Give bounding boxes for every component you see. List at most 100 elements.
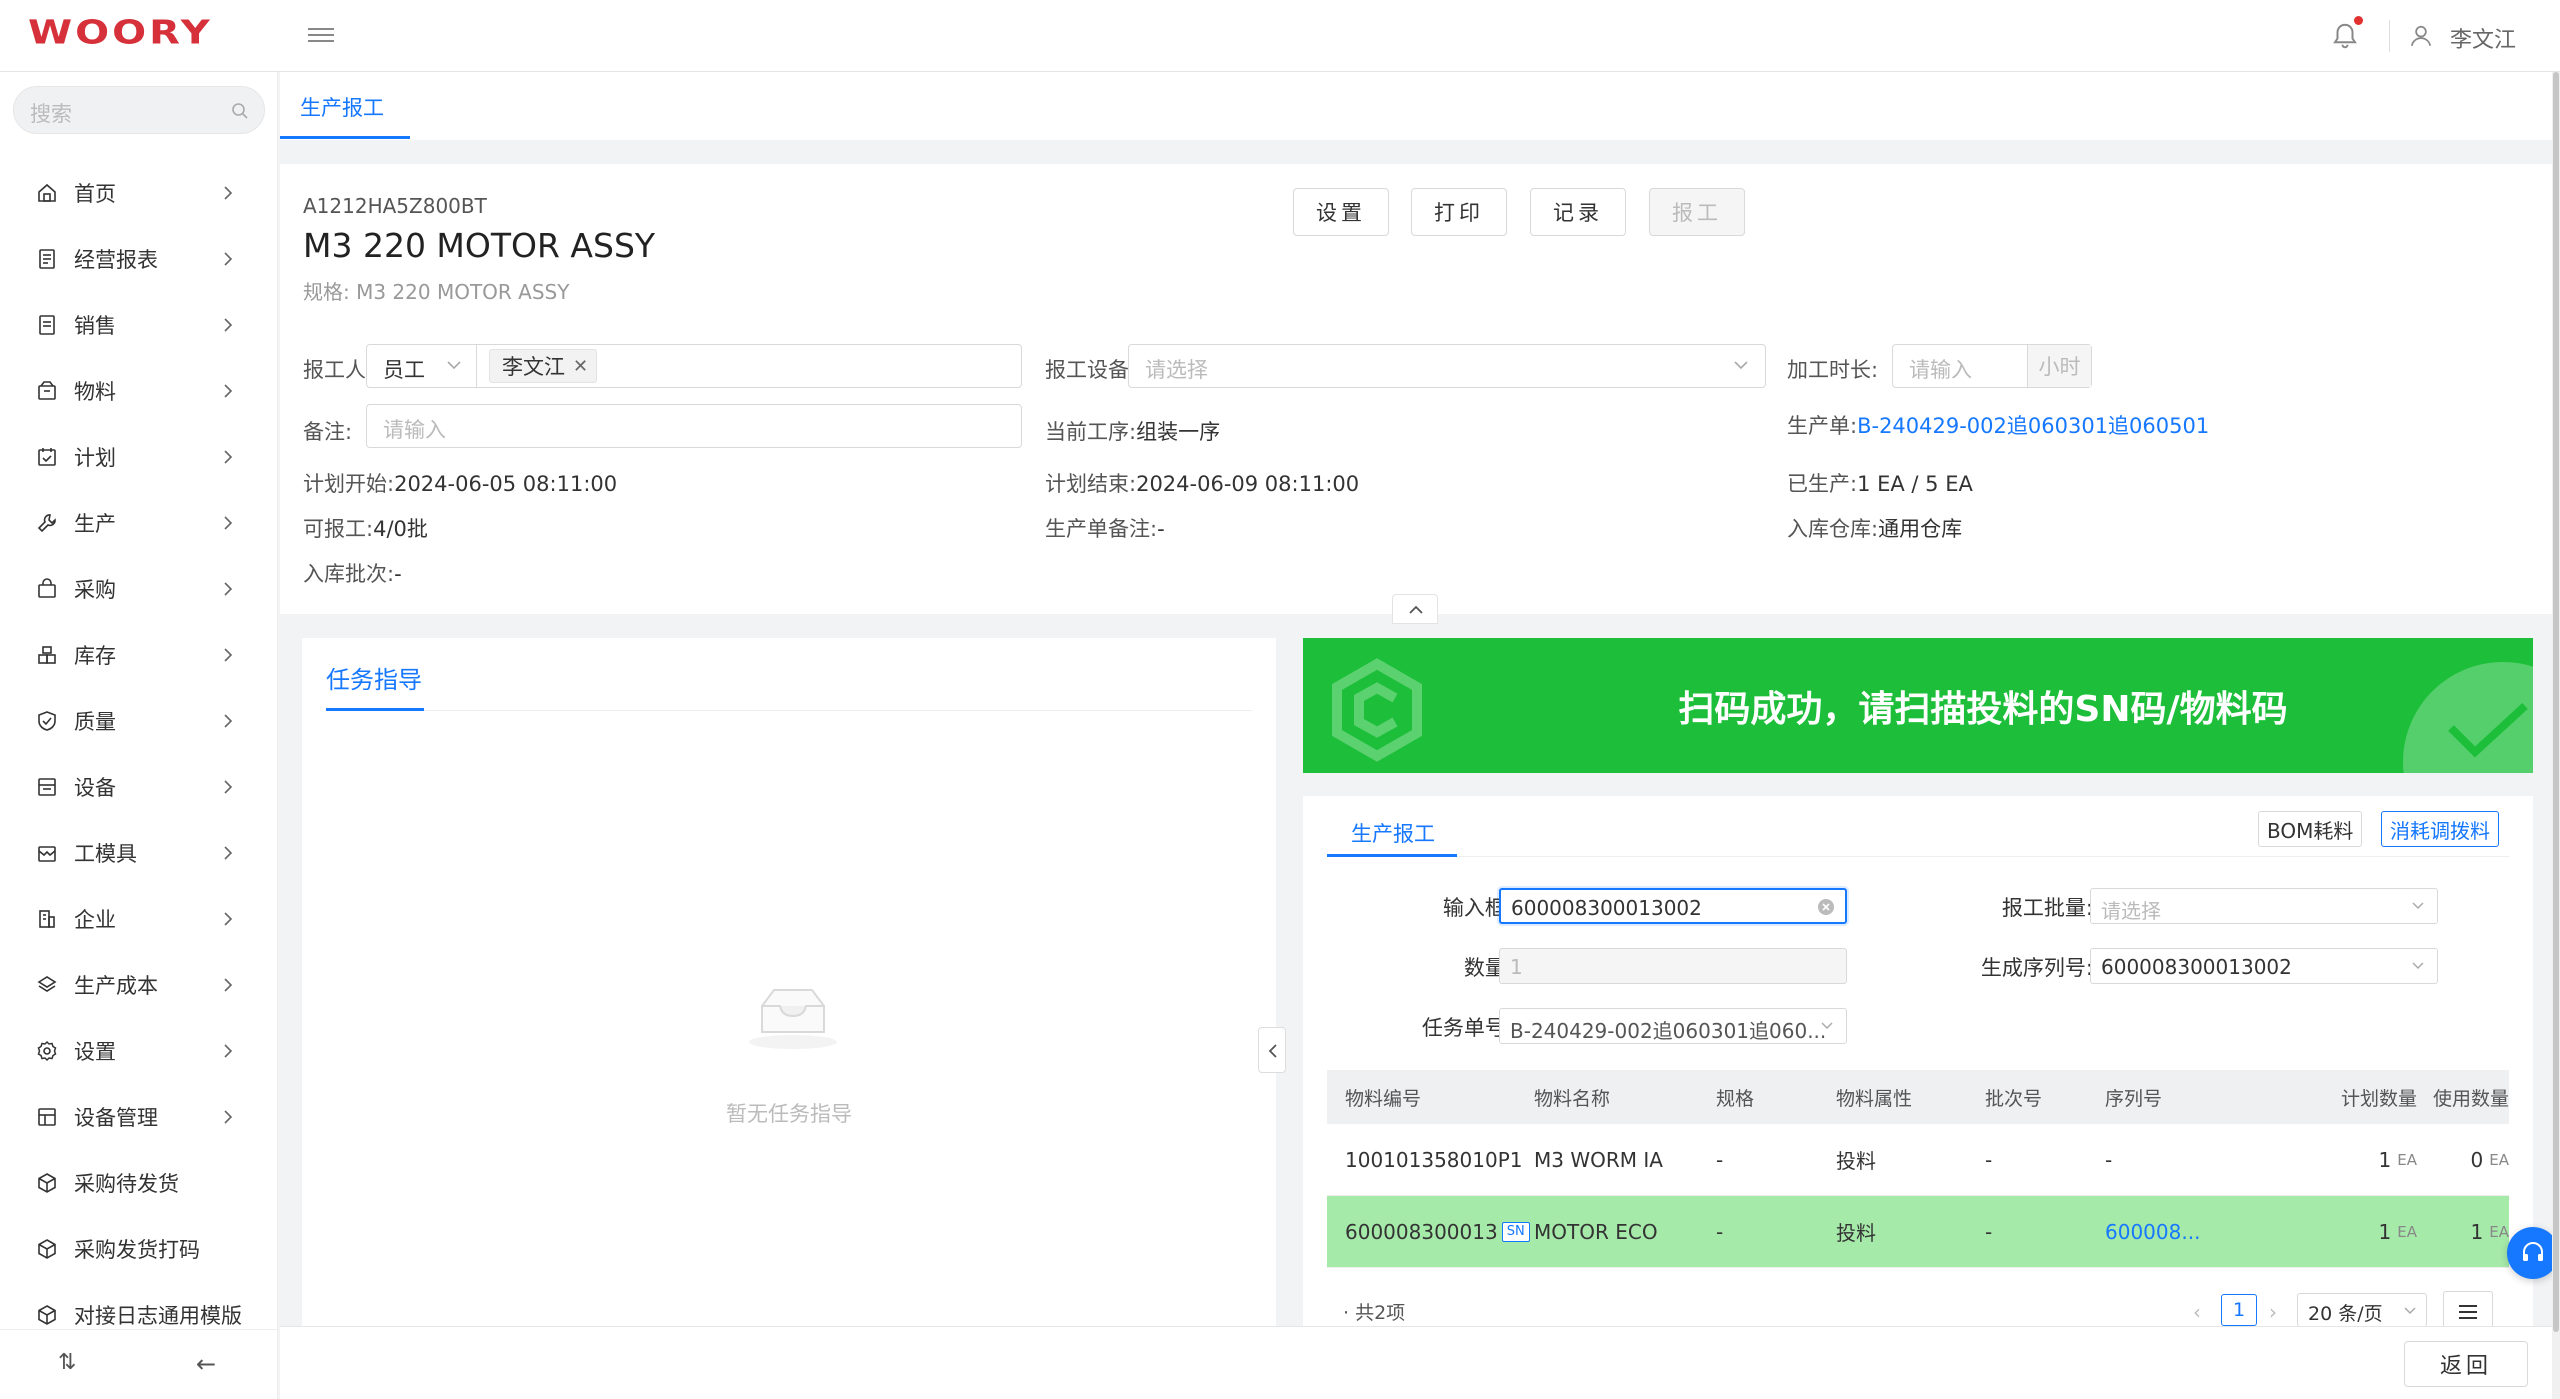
sidebar-item[interactable]: 采购 [0, 556, 278, 622]
menu-icon [2444, 1292, 2492, 1319]
order-remark-value: - [1157, 517, 1165, 541]
material-attr: 投料 [1836, 1149, 1876, 1173]
remark-input[interactable]: 请输入 [366, 404, 1022, 448]
sort-toggle-icon[interactable]: ⇅ [58, 1350, 76, 1375]
production-order-link[interactable]: B-240429-002追060301追060501 [1857, 414, 2209, 438]
sidebar-item[interactable]: 设置 [0, 1018, 278, 1084]
reporter-tag: 李文江 ✕ [489, 349, 598, 383]
table-cell: - [2105, 1124, 2285, 1195]
records-button[interactable]: 记录 [1530, 188, 1626, 236]
serial-no[interactable]: 600008... [2105, 1220, 2200, 1244]
report-button[interactable]: 报工 [1649, 188, 1745, 236]
next-page-icon[interactable]: › [2269, 1300, 2277, 1324]
sidebar-item-label: 对接日志通用模版 [74, 1304, 242, 1328]
sidebar-item-label: 设置 [74, 1040, 116, 1064]
notification-bell-icon[interactable] [2330, 20, 2360, 52]
plan-end: 计划结束:2024-06-09 08:11:00 [1045, 468, 1359, 498]
table-cell: 1 EA [2417, 1196, 2509, 1267]
clear-icon[interactable] [1817, 898, 1835, 916]
panel-toggle-button[interactable] [1258, 1027, 1286, 1073]
chevron-right-icon [224, 384, 233, 398]
material-spec: 规格: M3 220 MOTOR ASSY [303, 280, 570, 304]
sidebar-item[interactable]: 工模具 [0, 820, 278, 886]
sidebar-search-input[interactable]: 搜索 [13, 86, 265, 134]
consume-transfer-button[interactable]: 消耗调拨料 [2381, 811, 2499, 847]
reporter-label: 报工人 [303, 358, 366, 382]
collapse-header-button[interactable] [1392, 594, 1438, 624]
sidebar-item[interactable]: 库存 [0, 622, 278, 688]
reportable-label: 可报工: [303, 517, 374, 541]
back-button[interactable]: 返回 [2404, 1341, 2528, 1387]
column-header: 物料名称 [1534, 1087, 1611, 1110]
sidebar-item[interactable]: 销售 [0, 292, 278, 358]
empty-inbox-icon [749, 989, 837, 1049]
warehouse-icon [38, 646, 56, 664]
scrollbar-thumb[interactable] [2553, 72, 2559, 1332]
sidebar-item[interactable]: 质量 [0, 688, 278, 754]
sidebar-item[interactable]: 生产成本 [0, 952, 278, 1018]
document-icon [39, 315, 55, 335]
batch-qty-select[interactable]: 请选择 [2090, 888, 2438, 924]
prev-page-icon[interactable]: ‹ [2193, 1300, 2201, 1324]
device-select[interactable]: 请选择 [1128, 344, 1766, 388]
reporter-type-select[interactable]: 员工 [367, 345, 477, 387]
plan-start-label: 计划开始: [303, 472, 395, 496]
quantity-value: 1 [1510, 955, 1523, 979]
page-size-select[interactable]: 20 条/页 [2297, 1293, 2427, 1327]
sidebar-item[interactable]: 首页 [0, 160, 278, 226]
device-manage-icon [38, 1108, 56, 1126]
collapse-arrow-icon[interactable]: ← [196, 1350, 216, 1378]
print-button[interactable]: 打印 [1411, 188, 1507, 236]
close-icon[interactable]: ✕ [573, 356, 588, 377]
user-name[interactable]: 李文江 [2450, 22, 2516, 54]
sidebar-item[interactable]: 设备 [0, 754, 278, 820]
scan-message: 扫码成功，请扫描投料的SN码/物料码 [1678, 688, 2288, 730]
gear-icon [37, 1040, 57, 1062]
spec: - [1716, 1147, 1724, 1172]
quantity-input[interactable]: 1 [1499, 948, 1847, 984]
chevron-right-icon [224, 252, 233, 266]
device-placeholder: 请选择 [1145, 358, 1208, 382]
chevron-down-icon [2404, 1307, 2416, 1315]
plan-end-value: 2024-06-09 08:11:00 [1136, 472, 1360, 496]
sidebar-item-label: 物料 [74, 380, 116, 404]
sidebar-item[interactable]: 计划 [0, 424, 278, 490]
task-no-select[interactable]: B-240429-002追060301追060... [1499, 1008, 1847, 1044]
scan-input[interactable]: 600008300013002 [1499, 888, 1847, 924]
settings-button[interactable]: 设置 [1293, 188, 1389, 236]
active-tab-indicator [280, 136, 410, 139]
app-logo[interactable]: WOORY [28, 14, 213, 52]
duration-unit: 小时 [2027, 345, 2091, 387]
serial-no: - [2105, 1147, 2113, 1172]
material-table: 物料编号 物料名称 规格 物料属性 批次号 序列号 计划数量 使用数量 10010135801… [1327, 1070, 2509, 1268]
user-icon[interactable] [2408, 22, 2434, 50]
tab-production-report[interactable]: 生产报工 [300, 92, 384, 122]
menu-collapse-icon[interactable] [308, 24, 334, 48]
sidebar-item[interactable]: 物料 [0, 358, 278, 424]
reporter-field[interactable]: 员工 李文江 ✕ [366, 344, 1022, 388]
task-guidance-tab[interactable]: 任务指导 [326, 660, 422, 695]
current-page-button[interactable]: 1 [2221, 1294, 2257, 1326]
sidebar-item[interactable]: 经营报表 [0, 226, 278, 292]
sidebar-item[interactable]: 生产 [0, 490, 278, 556]
table-row[interactable]: 600008300013 SN MOTOR ECO - 投料 -600008... 1 EA 1… [1327, 1196, 2509, 1268]
bom-consumption-button[interactable]: BOM耗料 [2258, 811, 2363, 847]
sidebar-item[interactable]: 设备管理 [0, 1084, 278, 1150]
duration-input[interactable]: 请输入 小时 [1892, 344, 2092, 388]
serial-select[interactable]: 600008300013002 [2090, 948, 2438, 984]
sidebar-item[interactable]: 采购待发货 [0, 1150, 278, 1216]
tab-production-report[interactable]: 生产报工 [1351, 818, 1435, 848]
cost-icon [37, 976, 57, 992]
sidebar-item[interactable]: 企业 [0, 886, 278, 952]
search-icon[interactable] [230, 101, 250, 121]
task-no-label: 任务单号: [1421, 1016, 1513, 1040]
page-scrollbar[interactable] [2552, 72, 2560, 1399]
cube-icon [38, 1239, 56, 1259]
reporter-tag-label: 李文江 [502, 355, 565, 379]
table-row[interactable]: 100101358010P1 M3 WORM IA - 投料 - - 1 EA 0 EA [1327, 1124, 2509, 1196]
column-settings-button[interactable] [2443, 1291, 2493, 1329]
sidebar-item[interactable]: 采购发货打码 [0, 1216, 278, 1282]
table-cell: MOTOR ECO [1534, 1196, 1704, 1267]
material-name: MOTOR ECO [1534, 1219, 1658, 1244]
column-header: 批次号 [1985, 1087, 2043, 1110]
